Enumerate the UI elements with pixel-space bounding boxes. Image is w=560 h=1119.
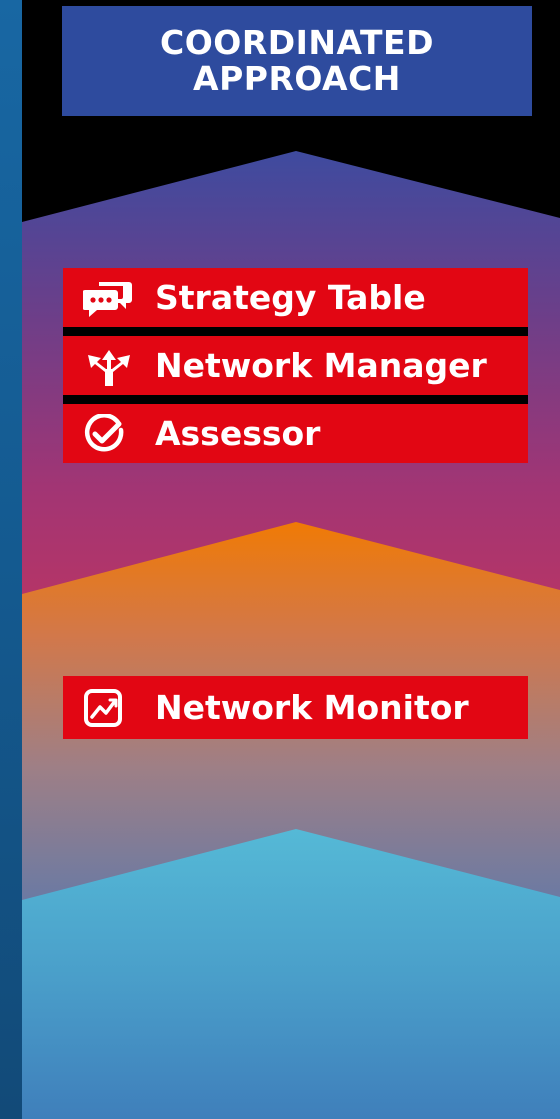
- diagram-frame: COORDINATED APPROACH Strategy Table Netw…: [0, 0, 560, 1119]
- line-chart-icon: [83, 688, 133, 728]
- title-line-2: APPROACH: [193, 59, 401, 98]
- item-label: Strategy Table: [155, 278, 426, 317]
- item-separator: [63, 395, 528, 404]
- item-assessor: Assessor: [63, 404, 528, 463]
- check-circle-icon: [83, 413, 133, 454]
- item-network-monitor: Network Monitor: [63, 676, 528, 739]
- diagram-panel: COORDINATED APPROACH Strategy Table Netw…: [22, 0, 560, 1119]
- item-label: Network Manager: [155, 346, 487, 385]
- title-box: COORDINATED APPROACH: [62, 6, 532, 116]
- item-separator: [63, 327, 528, 336]
- split-arrows-icon: [83, 346, 133, 386]
- item-strategy-table: Strategy Table: [63, 268, 528, 327]
- title-line-1: COORDINATED: [160, 23, 434, 62]
- chat-bubbles-icon: [83, 278, 133, 318]
- item-label: Network Monitor: [155, 688, 469, 727]
- left-edge-strip: [0, 0, 23, 1119]
- item-label: Assessor: [155, 414, 321, 453]
- chevron-bands: [22, 151, 560, 1119]
- item-network-manager: Network Manager: [63, 336, 528, 395]
